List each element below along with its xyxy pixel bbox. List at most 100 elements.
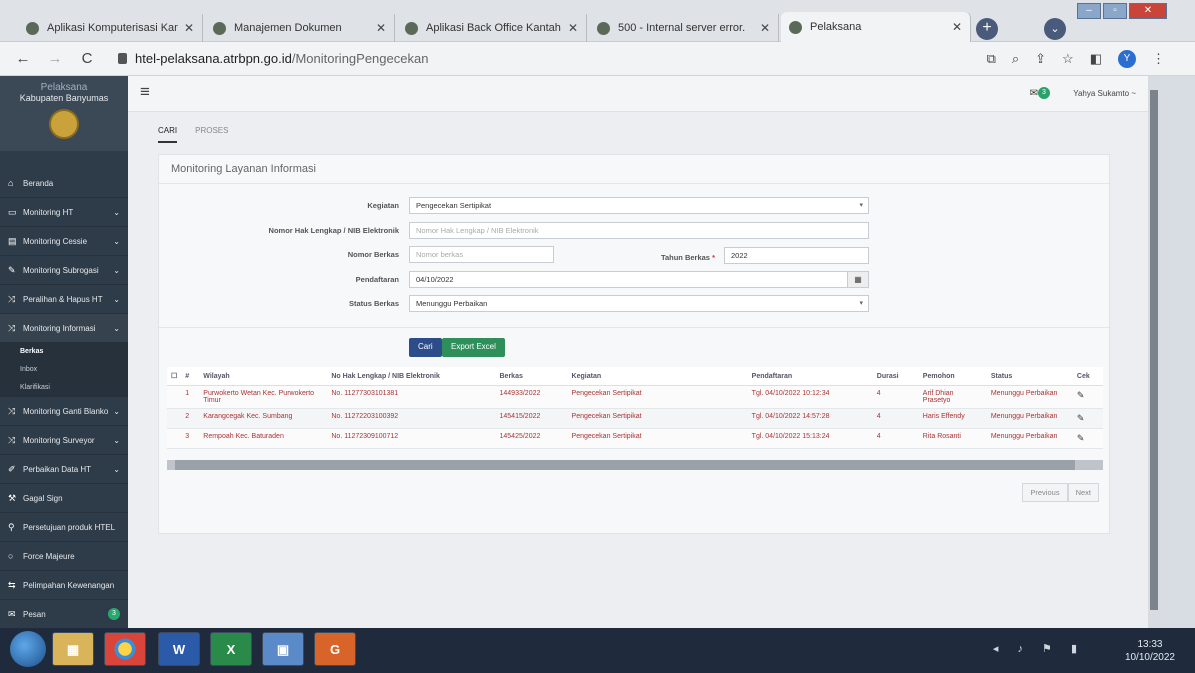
nomor-hak-input[interactable]: Nomor Hak Lengkap / NIB Elektronik: [409, 222, 869, 239]
sidebar-item-monitoring-surveyor[interactable]: ⤨ Monitoring Surveyor ⌄: [0, 426, 128, 455]
chevron-down-icon: ⌄: [113, 323, 120, 333]
pendaftaran-date-input[interactable]: 04/10/2022: [409, 271, 849, 288]
page-vertical-scrollbar[interactable]: [1148, 76, 1160, 628]
sidebar-item-pelimpahan-kewenangan[interactable]: ⇆ Pelimpahan Kewenangan: [0, 571, 128, 600]
close-tab-icon[interactable]: ✕: [376, 21, 386, 35]
mail-icon[interactable]: ✉: [1030, 88, 1038, 99]
submenu-item-berkas[interactable]: Berkas: [0, 343, 128, 361]
sidebar-item-monitoring-informasi[interactable]: ⤨ Monitoring Informasi ⌄: [0, 314, 128, 343]
app-sidebar: Pelaksana Kabupaten Banyumas ⌂ Beranda ▭ M…: [0, 76, 128, 628]
nomor-berkas-input[interactable]: Nomor berkas: [409, 246, 554, 263]
row-durasi: 4: [872, 428, 919, 449]
app-topbar: ≡ ✉ 3 Yahya Sukamto ~: [128, 76, 1148, 112]
sidebar-item-perbaikan-data-ht[interactable]: ✐ Perbaikan Data HT ⌄: [0, 455, 128, 484]
browser-tab-5[interactable]: Pelaksana ✕: [781, 12, 971, 42]
file-explorer-icon[interactable]: ▦: [52, 632, 94, 666]
divider: [159, 327, 1111, 328]
start-button[interactable]: [10, 631, 46, 667]
row-berkas: 145425/2022: [495, 428, 568, 449]
sidebar-item-monitoring-cessie[interactable]: ▤ Monitoring Cessie ⌄: [0, 227, 128, 256]
table-horizontal-scrollbar[interactable]: [167, 460, 1103, 470]
sidebar-item-peralihan-hapus-ht[interactable]: ⤨ Peralihan & Hapus HT ⌄: [0, 285, 128, 314]
clock-time: 13:33: [1137, 639, 1163, 650]
status-berkas-select[interactable]: Menunggu Perbaikan ▾: [409, 295, 869, 312]
new-tab-button[interactable]: +: [976, 18, 998, 40]
pdf-reader-icon[interactable]: G: [314, 632, 356, 666]
sidebar-item-force-majeure[interactable]: ○ Force Majeure: [0, 542, 128, 571]
menu-kebab-icon[interactable]: ⋮: [1152, 51, 1165, 67]
next-page-button[interactable]: Next: [1067, 483, 1099, 502]
browser-tab-2[interactable]: Manajemen Dokumen ✕: [205, 14, 395, 42]
edit-pencil-icon[interactable]: ✎: [1072, 408, 1103, 429]
reload-icon[interactable]: C: [78, 50, 96, 67]
tab-search-icon[interactable]: ⌄: [1044, 18, 1066, 40]
row-status: Menunggu Perbaikan: [986, 428, 1073, 449]
wrench-icon: ⚒: [8, 492, 17, 503]
scrollbar-thumb[interactable]: [175, 460, 1075, 470]
tab-cari[interactable]: CARI: [158, 126, 178, 143]
word-icon[interactable]: W: [158, 632, 200, 666]
profile-avatar[interactable]: Y: [1118, 50, 1136, 68]
kegiatan-select[interactable]: Pengecekan Sertipikat ▾: [409, 197, 869, 214]
shuffle-icon: ⤨: [8, 434, 16, 445]
row-number: 1: [181, 385, 200, 409]
scrollbar-thumb[interactable]: [1150, 90, 1158, 610]
tahun-berkas-label-text: Tahun Berkas: [660, 253, 710, 262]
office-name: Kabupaten Banyumas: [19, 93, 109, 103]
browser-tab-1[interactable]: Aplikasi Komputerisasi Kantor ✕: [18, 14, 203, 42]
site-favicon-icon: [26, 21, 39, 35]
select-all-checkbox[interactable]: ☐: [167, 367, 182, 386]
back-arrow-icon[interactable]: ←: [14, 50, 32, 67]
close-window-button[interactable]: ✕: [1129, 3, 1167, 19]
clock-date: 10/10/2022: [1124, 652, 1175, 663]
calendar-icon[interactable]: ▦: [847, 271, 869, 288]
share-icon[interactable]: ⇪: [1035, 51, 1046, 67]
browser-tab-3[interactable]: Aplikasi Back Office Kantah ✕: [397, 14, 587, 42]
sidebar-item-monitoring-ht[interactable]: ▭ Monitoring HT ⌄: [0, 198, 128, 227]
sidebar-item-pesan[interactable]: ✉ Pesan 3: [0, 600, 128, 628]
edit-pencil-icon[interactable]: ✎: [1072, 428, 1103, 449]
forward-arrow-icon[interactable]: →: [46, 50, 64, 67]
mail-count-badge: 3: [1038, 87, 1050, 99]
chevron-down-icon: ⌄: [113, 207, 120, 217]
cari-button[interactable]: Cari: [409, 338, 442, 357]
chrome-icon[interactable]: [104, 632, 146, 666]
os-taskbar: ▦ W X ▣ G ◂ ♪ ⚑ ▮ 13:33 10/10/2022: [0, 628, 1195, 673]
hamburger-menu-icon[interactable]: ≡: [140, 82, 150, 102]
shuffle-icon: ⤨: [8, 405, 16, 416]
submenu-item-inbox[interactable]: Inbox: [0, 361, 128, 379]
control-panel-icon[interactable]: ▣: [262, 632, 304, 666]
zoom-icon[interactable]: ⌕: [1012, 51, 1019, 67]
url-field[interactable]: htel-pelaksana.atrbpn.go.id/MonitoringPe…: [135, 51, 428, 66]
sidebar-item-monitoring-subrogasi[interactable]: ✎ Monitoring Subrogasi ⌄: [0, 256, 128, 285]
tab-proses[interactable]: PROSES: [195, 126, 228, 143]
browser-tab-strip: Aplikasi Komputerisasi Kantor ✕ Manajeme…: [0, 0, 1195, 42]
bookmark-star-icon[interactable]: ☆: [1062, 51, 1074, 67]
translate-icon[interactable]: ⧉: [987, 51, 996, 67]
sidepanel-icon[interactable]: ◧: [1090, 51, 1102, 67]
agency-logo-icon: [49, 109, 79, 139]
sidebar-item-beranda[interactable]: ⌂ Beranda: [0, 169, 128, 198]
chevron-down-icon: ▾: [859, 300, 863, 307]
clock[interactable]: 13:33 10/10/2022: [1125, 638, 1175, 664]
browser-tab-4[interactable]: 500 - Internal server error. ✕: [589, 14, 779, 42]
sidebar-item-monitoring-ganti-blanko[interactable]: ⤨ Monitoring Ganti Blanko ⌄: [0, 397, 128, 426]
close-tab-icon[interactable]: ✕: [760, 21, 770, 35]
close-tab-icon[interactable]: ✕: [184, 21, 194, 35]
sidebar-item-persetujuan-produk-htel[interactable]: ⚲ Persetujuan produk HTEL: [0, 513, 128, 542]
edit-pencil-icon[interactable]: ✎: [1072, 385, 1103, 409]
excel-icon[interactable]: X: [210, 632, 252, 666]
table-row: 3 Rempoah Kec. Baturaden No. 11272309100…: [167, 428, 1103, 449]
close-tab-icon[interactable]: ✕: [568, 21, 578, 35]
submenu-item-klarifikasi[interactable]: Klarifikasi: [0, 379, 128, 397]
previous-page-button[interactable]: Previous: [1022, 483, 1068, 502]
system-tray-icons[interactable]: ◂ ♪ ⚑ ▮: [993, 642, 1085, 655]
user-menu[interactable]: Yahya Sukamto ~: [1073, 89, 1136, 98]
minimize-button[interactable]: –: [1077, 3, 1101, 19]
sidebar-item-gagal-sign[interactable]: ⚒ Gagal Sign: [0, 484, 128, 513]
close-tab-icon[interactable]: ✕: [952, 20, 962, 34]
maximize-button[interactable]: ▫: [1103, 3, 1127, 19]
tahun-berkas-input[interactable]: 2022: [724, 247, 869, 264]
export-excel-button[interactable]: Export Excel: [442, 338, 505, 357]
row-pemohon: Rita Rosanti: [918, 428, 987, 449]
